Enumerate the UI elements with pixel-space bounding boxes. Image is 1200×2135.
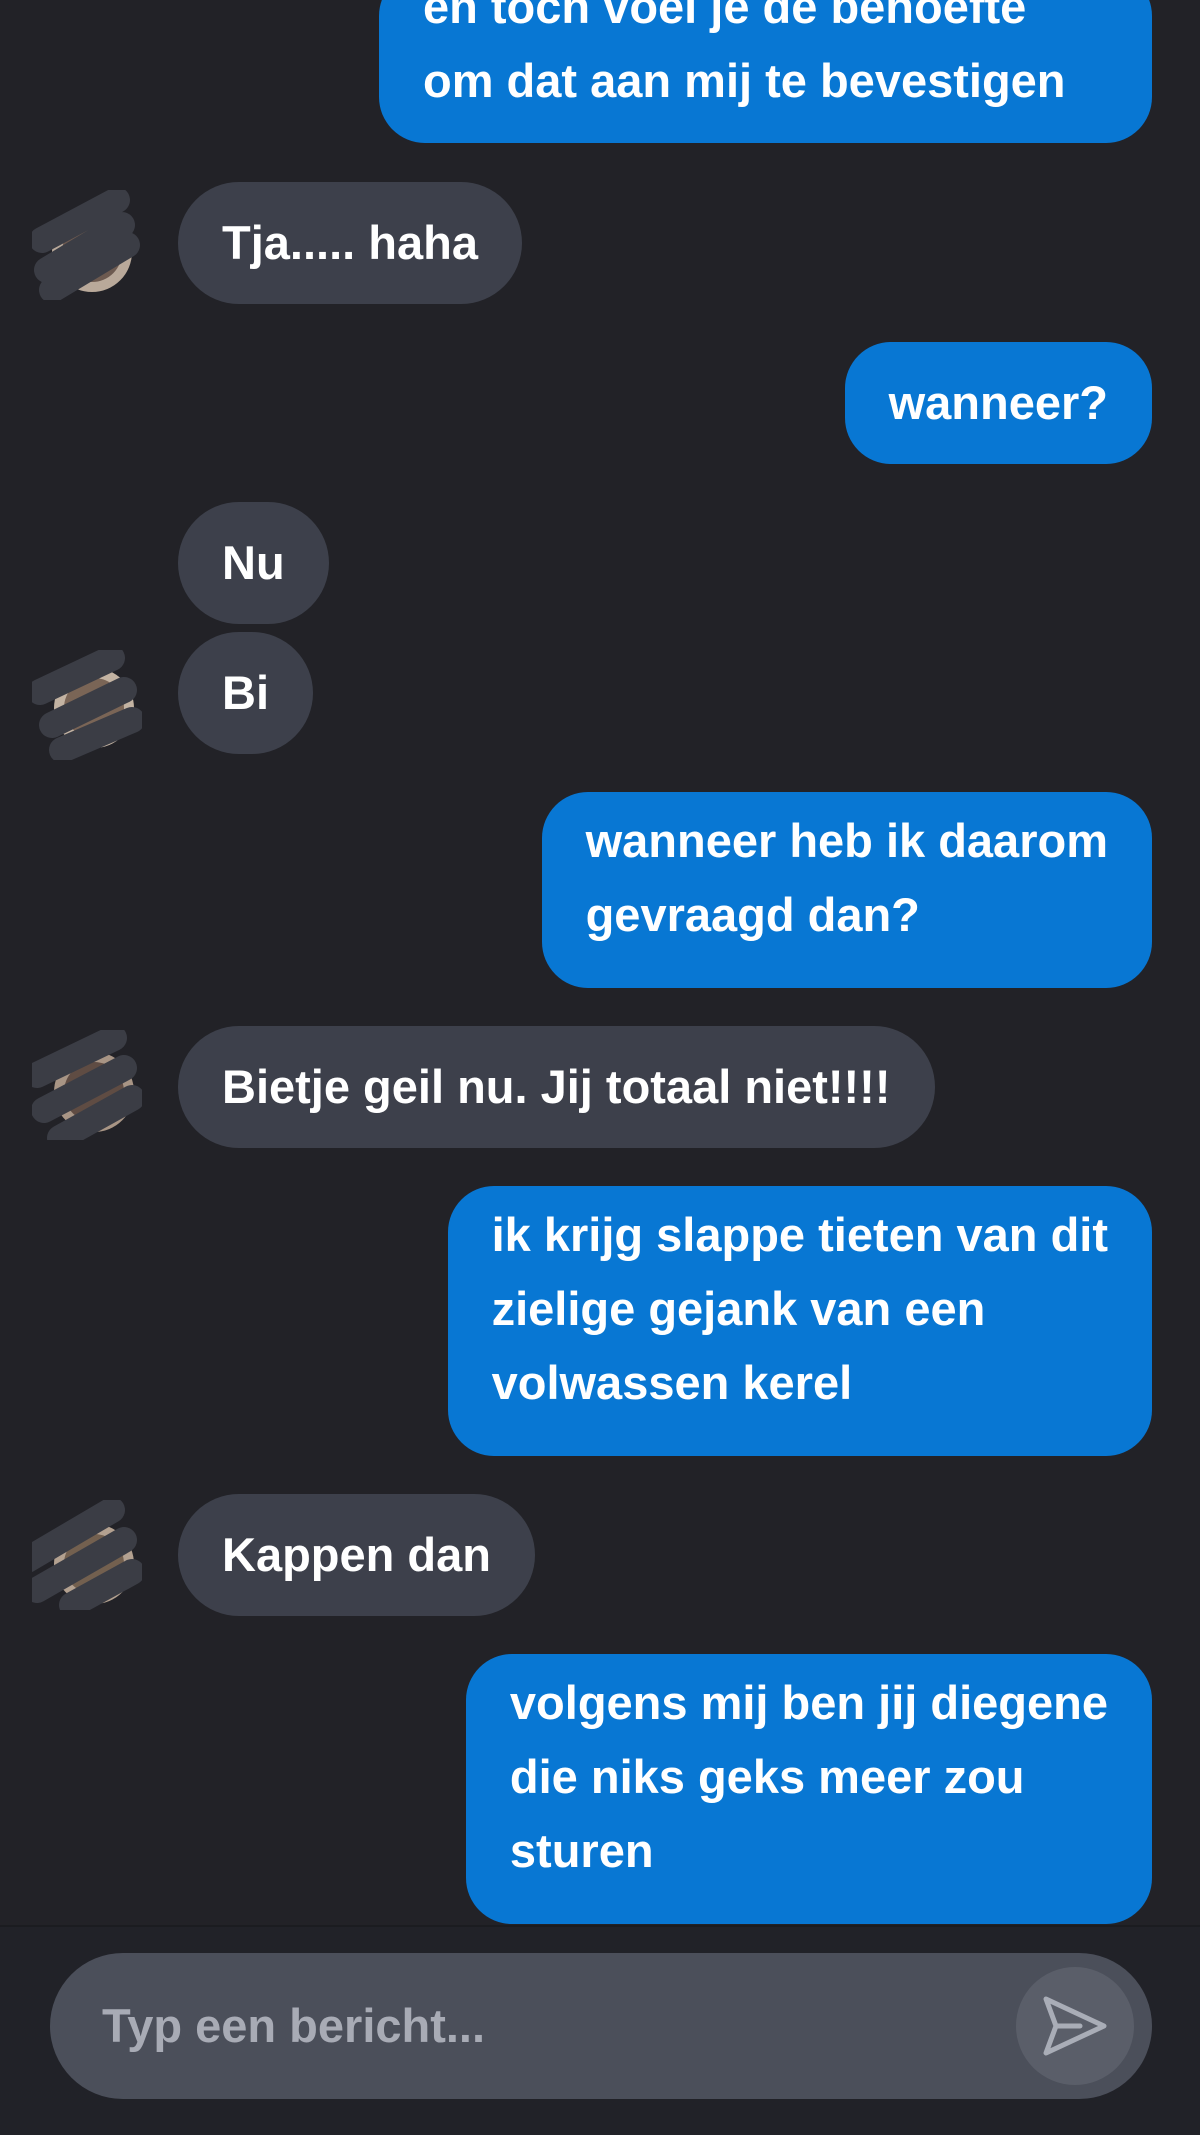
message-incoming: Bietje geil nu. Jij totaal niet!!!!	[178, 1026, 935, 1148]
message-thread[interactable]: en toch voel je de behoefte om dat aan m…	[0, 0, 1200, 1925]
contact-avatar[interactable]	[27, 645, 145, 763]
message-outgoing: en toch voel je de behoefte om dat aan m…	[379, 0, 1152, 143]
send-button[interactable]	[1016, 1967, 1134, 2085]
message-input-placeholder: Typ een bericht...	[102, 1999, 486, 2052]
message-incoming: Bi	[178, 632, 313, 754]
message-incoming: Nu	[178, 502, 329, 624]
message-input[interactable]: Typ een bericht...	[50, 1953, 1152, 2099]
message-outgoing: ik krijg slappe tieten van dit zielige g…	[447, 1186, 1152, 1456]
send-icon	[1043, 1996, 1107, 2056]
message-outgoing: volgens mij ben jij diegene die niks gek…	[465, 1654, 1152, 1924]
message-incoming: Kappen dan	[178, 1494, 535, 1616]
contact-avatar[interactable]	[24, 1025, 145, 1151]
message-outgoing: wanneer?	[844, 342, 1152, 464]
message-composer: Typ een bericht...	[0, 1925, 1200, 2135]
contact-avatar[interactable]	[29, 187, 142, 303]
message-outgoing: wanneer heb ik daarom gevraagd dan?	[541, 792, 1152, 988]
message-incoming: Tja..... haha	[178, 182, 522, 304]
contact-avatar[interactable]	[14, 1497, 145, 1618]
